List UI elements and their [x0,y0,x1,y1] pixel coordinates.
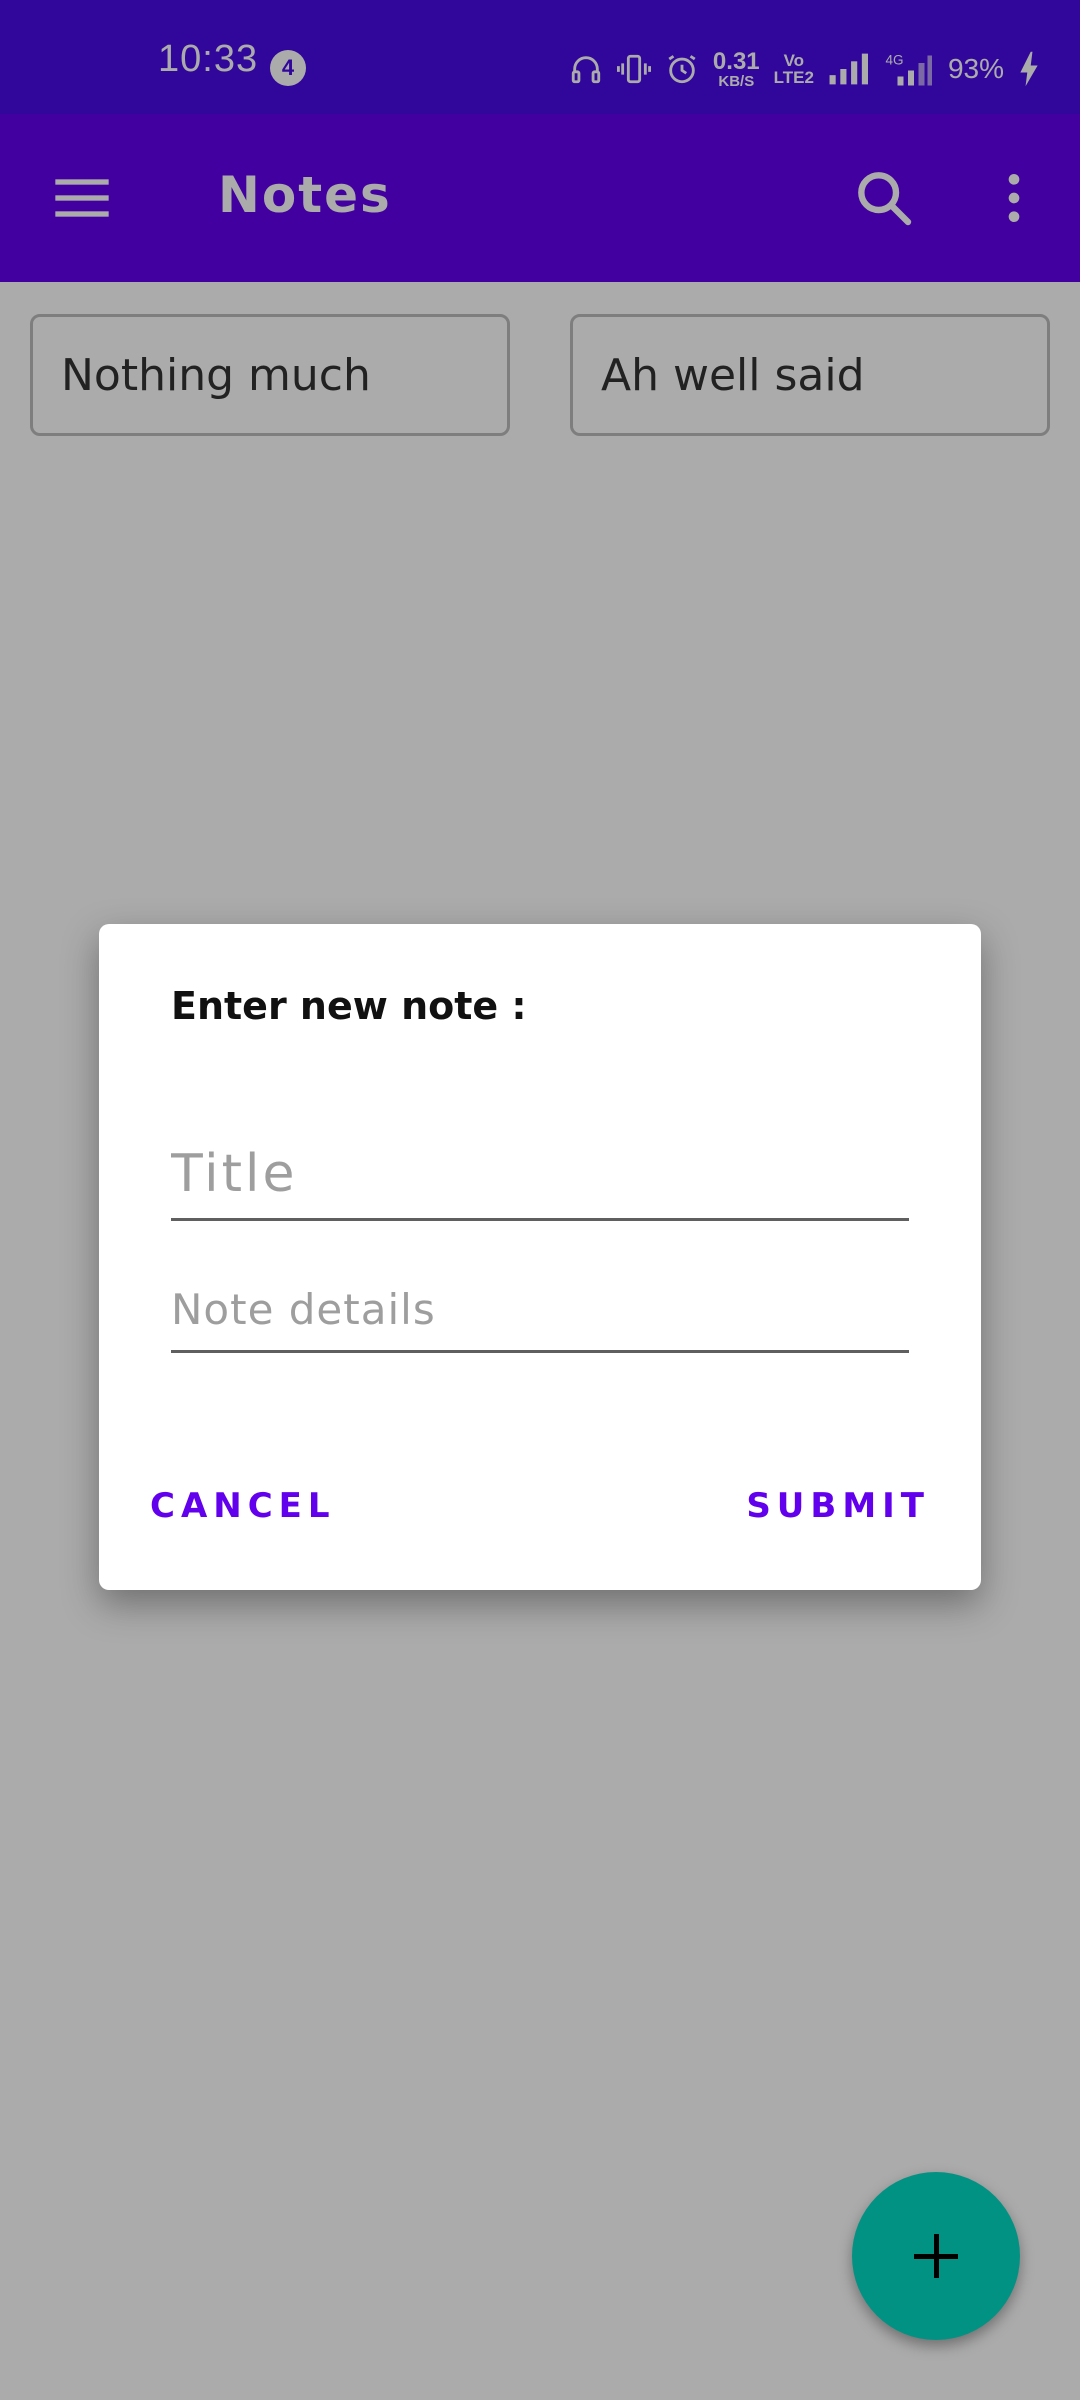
dialog-title: Enter new note : [171,984,527,1028]
submit-button[interactable]: SUBMIT [746,1486,930,1526]
new-note-dialog: Enter new note : CANCEL SUBMIT [99,924,981,1590]
notes-screen: 10:33 4 0.31 KB/S Vo LTE2 4G 93% Notes N… [0,0,1080,2400]
note-title-input[interactable] [171,1130,909,1221]
cancel-button[interactable]: CANCEL [150,1486,336,1526]
note-details-input[interactable] [171,1268,909,1353]
